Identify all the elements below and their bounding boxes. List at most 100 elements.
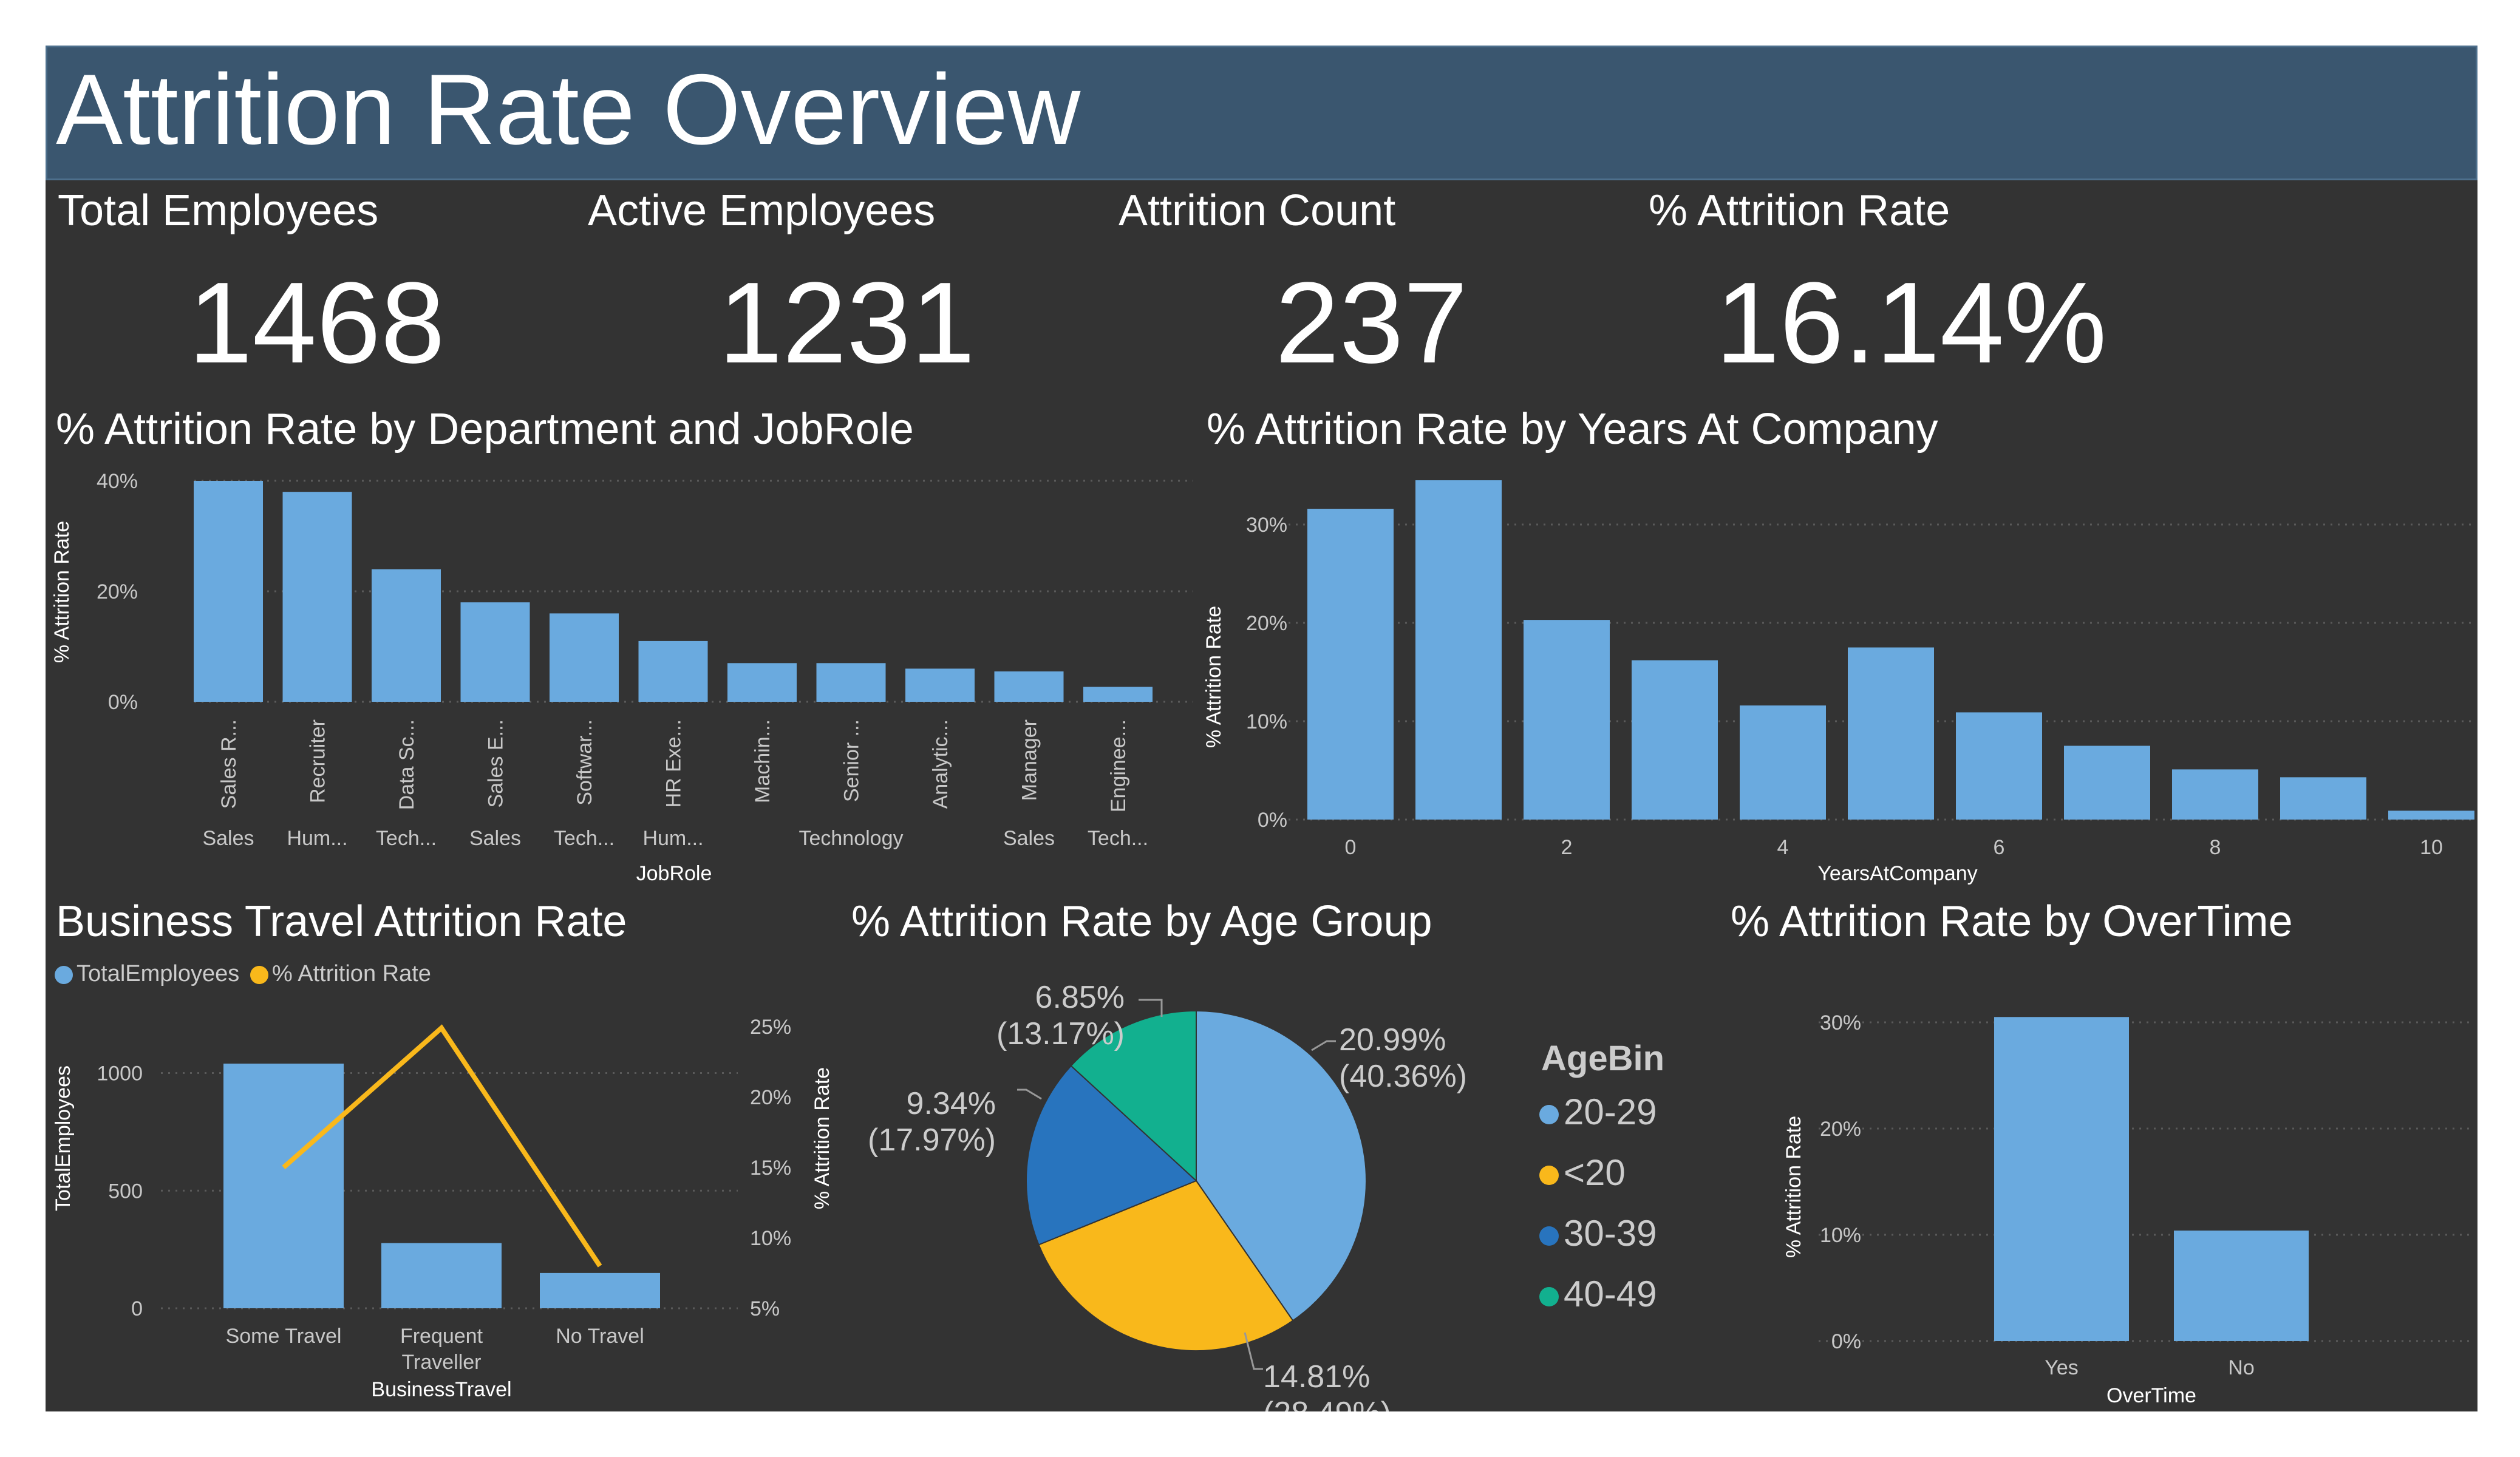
chart3-y2tick: 15% bbox=[750, 1156, 791, 1180]
chart5-xtick: Yes bbox=[2045, 1356, 2078, 1379]
chart5-ytick: 20% bbox=[1820, 1118, 1861, 1141]
chart5-ylabel: % Attrition Rate bbox=[1782, 1116, 1805, 1258]
chart1-xtick: Data Sc... bbox=[395, 719, 418, 810]
chart1-bar bbox=[460, 602, 530, 702]
chart3-ytick: 0 bbox=[131, 1297, 143, 1320]
chart1-group-label: Sales bbox=[469, 827, 521, 850]
chart1-group-label: Hum... bbox=[287, 827, 347, 850]
chart2-bar bbox=[1632, 660, 1718, 820]
pie-label-pct: 6.85% bbox=[1035, 980, 1125, 1015]
dashboard: Attrition Rate Overview Total Employees … bbox=[46, 46, 2477, 1411]
pie-leader-line bbox=[1139, 999, 1163, 1017]
chart2-xtick: 0 bbox=[1345, 836, 1357, 859]
chart1-bar bbox=[194, 481, 263, 702]
pie-leader-line bbox=[1017, 1089, 1042, 1100]
chart1-ytick: 20% bbox=[97, 580, 138, 603]
chart1-xtick: Sales E... bbox=[485, 719, 508, 808]
chart2-bar bbox=[1848, 647, 1934, 820]
pie-label-share: (40.36%) bbox=[1339, 1059, 1467, 1094]
chart2-bar bbox=[2064, 745, 2150, 820]
chart1-xtick: Analytic... bbox=[929, 719, 952, 809]
chart1-group-label: Tech... bbox=[1088, 827, 1148, 850]
chart5-ytick: 10% bbox=[1820, 1224, 1861, 1247]
pie-label-share: (13.17%) bbox=[996, 1016, 1125, 1051]
chart2-ylabel: % Attrition Rate bbox=[1202, 606, 1225, 748]
chart2-ytick: 20% bbox=[1246, 612, 1287, 635]
chart2-ytick: 0% bbox=[1258, 809, 1287, 832]
chart5-bar bbox=[1994, 1017, 2129, 1341]
chart1-bar bbox=[550, 613, 619, 702]
pie-label-pct: 9.34% bbox=[907, 1086, 996, 1121]
chart1-xtick: Enginee... bbox=[1107, 719, 1130, 812]
chart2-xtick: 6 bbox=[1994, 836, 2005, 859]
pie-label-pct: 20.99% bbox=[1339, 1022, 1446, 1058]
chart3-bar bbox=[540, 1272, 660, 1308]
chart1-ylabel: % Attrition Rate bbox=[50, 521, 73, 663]
pie-label-pct: 14.81% bbox=[1263, 1359, 1370, 1394]
chart1-bar bbox=[372, 569, 441, 702]
chart5-bar bbox=[2174, 1231, 2309, 1341]
chart1-bar bbox=[905, 668, 975, 702]
chart3-y2tick: 10% bbox=[750, 1227, 791, 1250]
chart3-ylabel: TotalEmployees bbox=[52, 1065, 75, 1211]
chart1-bar bbox=[282, 492, 352, 702]
chart2-bar bbox=[1956, 712, 2042, 820]
chart1-bar bbox=[994, 671, 1064, 702]
chart2-xlabel: YearsAtCompany bbox=[1817, 862, 1977, 885]
chart1-group-label: Hum... bbox=[642, 827, 703, 850]
chart2-xtick: 4 bbox=[1777, 836, 1789, 859]
pie-label-share: (28.49%) bbox=[1263, 1396, 1391, 1411]
chart1-ytick: 0% bbox=[108, 691, 138, 714]
chart2-bar bbox=[1524, 620, 1610, 820]
chart1-xtick: Machin... bbox=[751, 719, 774, 803]
chart1-group-label: Tech... bbox=[376, 827, 437, 850]
chart3-xtick: Traveller bbox=[402, 1351, 482, 1374]
chart1-bar bbox=[727, 663, 797, 702]
chart3-y2tick: 25% bbox=[750, 1016, 791, 1039]
chart1-xtick: Manager bbox=[1018, 719, 1041, 801]
chart2-xtick: 2 bbox=[1561, 836, 1573, 859]
chart5-xlabel: OverTime bbox=[2106, 1384, 2196, 1407]
chart3-bar bbox=[223, 1064, 344, 1308]
chart3-y2tick: 20% bbox=[750, 1086, 791, 1109]
chart1-xtick: Recruiter bbox=[307, 719, 330, 803]
chart5-ytick: 30% bbox=[1820, 1011, 1861, 1034]
chart1-bar bbox=[816, 663, 886, 702]
chart2-ytick: 30% bbox=[1246, 514, 1287, 537]
chart2-bar bbox=[1307, 509, 1394, 820]
chart5-ytick: 0% bbox=[1831, 1330, 1861, 1353]
chart1-bar bbox=[1083, 687, 1153, 702]
chart3-y2label: % Attrition Rate bbox=[811, 1067, 834, 1209]
chart5-xtick: No bbox=[2228, 1356, 2254, 1379]
chart2-bar bbox=[2280, 777, 2366, 820]
chart2-bar bbox=[2172, 769, 2258, 820]
chart1-xlabel: JobRole bbox=[636, 862, 712, 885]
chart3-xlabel: BusinessTravel bbox=[371, 1378, 511, 1401]
chart3-xtick: No Travel bbox=[556, 1325, 644, 1348]
chart3-ytick: 1000 bbox=[97, 1062, 143, 1085]
chart2-ytick: 10% bbox=[1246, 710, 1287, 733]
chart1-ytick: 40% bbox=[97, 470, 138, 493]
chart2-bar bbox=[1415, 480, 1502, 820]
chart1-group-label: Sales bbox=[202, 827, 254, 850]
chart1-group-label: Tech... bbox=[554, 827, 615, 850]
pie-leader-line bbox=[1311, 1040, 1336, 1051]
pie-label-share: (17.97%) bbox=[868, 1122, 996, 1158]
chart3-ytick: 500 bbox=[108, 1180, 143, 1203]
chart2-bar bbox=[2388, 810, 2474, 820]
chart1-xtick: Sales R... bbox=[217, 719, 240, 809]
chart3-y2tick: 5% bbox=[750, 1297, 780, 1320]
chart3-bar bbox=[381, 1243, 502, 1308]
chart2-bar bbox=[1740, 705, 1826, 820]
chart1-xtick: Senior ... bbox=[840, 719, 863, 802]
chart2-xtick: 10 bbox=[2420, 836, 2443, 859]
chart1-group-label: Technology bbox=[799, 827, 903, 850]
chart3-xtick: Frequent bbox=[400, 1325, 483, 1348]
chart1-xtick: Softwar... bbox=[573, 719, 596, 806]
chart1-xtick: HR Exe... bbox=[662, 719, 686, 807]
chart1-bar bbox=[638, 640, 708, 702]
chart3-xtick: Some Travel bbox=[226, 1325, 342, 1348]
chart1-group-label: Sales bbox=[1003, 827, 1055, 850]
charts-canvas: 0%20%40%% Attrition RateSales R... Recrui… bbox=[50, 470, 2474, 1411]
chart2-xtick: 8 bbox=[2210, 836, 2221, 859]
